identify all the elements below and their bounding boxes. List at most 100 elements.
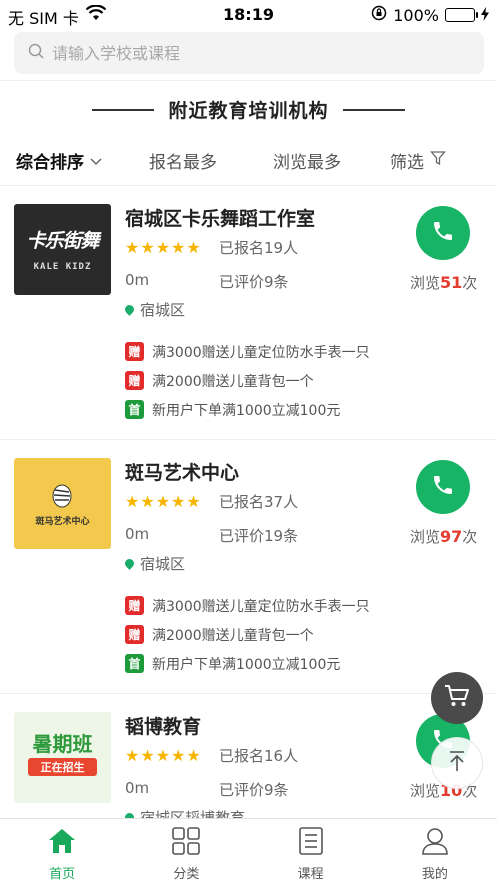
institution-logo: 卡乐街舞 KALE KIDZ bbox=[14, 204, 111, 295]
institution-logo: 斑马艺术中心 bbox=[14, 458, 111, 549]
institution-name[interactable]: 斑马艺术中心 bbox=[125, 458, 239, 485]
district: 宿城区 bbox=[123, 299, 185, 320]
title-line-left bbox=[92, 108, 155, 111]
first-order-tag-icon: 首 bbox=[125, 400, 144, 419]
distance: 0m bbox=[125, 271, 150, 289]
grid-icon bbox=[171, 827, 201, 859]
filter-button[interactable]: 筛选 bbox=[390, 148, 446, 173]
star-icon: ★ bbox=[171, 746, 186, 765]
star-icon: ★ bbox=[171, 238, 186, 257]
gift-tag-icon: 赠 bbox=[125, 596, 144, 615]
tab-home-label: 首页 bbox=[49, 867, 76, 882]
promo-text: 满3000赠送儿童定位防水手表一只 bbox=[152, 344, 370, 361]
promo-item: 赠满2000赠送儿童背包一个 bbox=[125, 366, 370, 395]
institution-card[interactable]: 暑期班 正在招生 韬博教育 ★ ★ ★ ★ ★ 已报名16人 0m 已评价9条 宿城区韬… bbox=[0, 694, 497, 818]
star-icon: ★ bbox=[155, 238, 171, 257]
promo-list: 赠满3000赠送儿童定位防水手表一只 赠满2000赠送儿童背包一个 首新用户下单… bbox=[125, 591, 370, 678]
tab-home[interactable]: 首页 bbox=[0, 819, 124, 883]
tab-mine[interactable]: 我的 bbox=[373, 819, 497, 883]
star-icon: ★ bbox=[155, 746, 171, 765]
logo-text: 卡乐街舞 bbox=[26, 230, 99, 252]
promo-item: 赠满2000赠送儿童背包一个 bbox=[125, 620, 370, 649]
institution-card[interactable]: 卡乐街舞 KALE KIDZ 宿城区卡乐舞蹈工作室 ★ ★ ★ ★ ★ 已报名19人 0… bbox=[0, 186, 497, 440]
promo-item: 赠满3000赠送儿童定位防水手表一只 bbox=[125, 337, 370, 366]
review-count: 已评价9条 bbox=[219, 781, 289, 799]
list-icon bbox=[296, 827, 326, 859]
filter-icon bbox=[430, 150, 446, 171]
tab-category-label: 分类 bbox=[173, 867, 200, 882]
section-title: 附近教育培训机构 bbox=[0, 96, 497, 123]
star-icon: ★ bbox=[155, 492, 171, 511]
promo-text: 新用户下单满1000立减100元 bbox=[152, 402, 341, 419]
review-count: 已评价9条 bbox=[219, 273, 289, 291]
sort-comprehensive-label: 综合排序 bbox=[16, 153, 84, 173]
promo-text: 满3000赠送儿童定位防水手表一只 bbox=[152, 598, 370, 615]
first-order-tag-icon: 首 bbox=[125, 654, 144, 673]
call-button[interactable] bbox=[416, 460, 470, 514]
sort-most-enrolled-label: 报名最多 bbox=[149, 153, 217, 173]
tab-bar: 首页 分类 课程 我的 bbox=[0, 818, 497, 883]
divider bbox=[0, 80, 497, 81]
cart-icon bbox=[444, 684, 470, 712]
location-pin-icon bbox=[123, 303, 136, 316]
review-count: 已评价19条 bbox=[219, 527, 299, 545]
views-number: 51 bbox=[440, 273, 463, 292]
star-icon: ★ bbox=[186, 238, 201, 257]
logo-sub: KALE KIDZ bbox=[33, 262, 92, 272]
views-prefix: 浏览 bbox=[410, 782, 441, 800]
distance: 0m bbox=[125, 779, 150, 797]
views-prefix: 浏览 bbox=[410, 274, 441, 292]
institution-name[interactable]: 宿城区卡乐舞蹈工作室 bbox=[125, 204, 315, 231]
zebra-mascot-icon bbox=[50, 482, 74, 510]
battery-percent: 100% bbox=[393, 5, 439, 25]
filter-label: 筛选 bbox=[390, 153, 424, 173]
distance: 0m bbox=[125, 525, 150, 543]
search-bar[interactable] bbox=[14, 32, 484, 74]
gift-tag-icon: 赠 bbox=[125, 625, 144, 644]
phone-icon bbox=[431, 219, 455, 247]
orientation-lock-icon bbox=[371, 5, 387, 25]
enrolled-count: 已报名37人 bbox=[219, 493, 299, 511]
institution-card[interactable]: 斑马艺术中心 斑马艺术中心 ★ ★ ★ ★ ★ 已报名37人 0m 已评价19条 宿城区… bbox=[0, 440, 497, 694]
tab-course-label: 课程 bbox=[297, 867, 324, 882]
phone-icon bbox=[431, 473, 455, 501]
tab-course[interactable]: 课程 bbox=[249, 819, 373, 883]
title-line-right bbox=[342, 108, 405, 111]
sort-comprehensive[interactable]: 综合排序 bbox=[16, 148, 102, 173]
views-number: 97 bbox=[440, 527, 463, 546]
charging-icon bbox=[481, 6, 489, 25]
view-count: 浏览97次 bbox=[410, 526, 477, 547]
back-to-top-button[interactable] bbox=[431, 737, 483, 789]
star-icon: ★ bbox=[186, 746, 201, 765]
views-suffix: 次 bbox=[462, 528, 478, 546]
district: 宿城区 bbox=[123, 553, 185, 574]
sort-most-enrolled[interactable]: 报名最多 bbox=[149, 148, 217, 173]
call-button[interactable] bbox=[416, 206, 470, 260]
search-icon bbox=[28, 43, 44, 63]
enrolled-count: 已报名16人 bbox=[219, 747, 299, 765]
promo-text: 新用户下单满1000立减100元 bbox=[152, 656, 341, 673]
tab-category[interactable]: 分类 bbox=[124, 819, 248, 883]
promo-text: 满2000赠送儿童背包一个 bbox=[152, 373, 314, 390]
views-prefix: 浏览 bbox=[410, 528, 441, 546]
location-pin-icon bbox=[123, 811, 136, 818]
chevron-down-icon bbox=[90, 151, 102, 171]
tab-mine-label: 我的 bbox=[421, 867, 448, 882]
cart-button[interactable] bbox=[431, 672, 483, 724]
search-input[interactable] bbox=[52, 43, 452, 63]
sort-bar: 综合排序 报名最多 浏览最多 筛选 bbox=[0, 144, 497, 178]
star-icon: ★ bbox=[140, 238, 155, 257]
sort-most-viewed[interactable]: 浏览最多 bbox=[273, 148, 341, 173]
arrow-up-icon bbox=[447, 750, 467, 776]
logo-text: 暑期班 bbox=[32, 732, 93, 756]
star-icon: ★ bbox=[125, 238, 140, 257]
star-icon: ★ bbox=[171, 492, 186, 511]
star-icon: ★ bbox=[140, 492, 155, 511]
promo-text: 满2000赠送儿童背包一个 bbox=[152, 627, 314, 644]
institution-name[interactable]: 韬博教育 bbox=[125, 712, 201, 739]
sort-most-viewed-label: 浏览最多 bbox=[273, 153, 341, 173]
section-title-text: 附近教育培训机构 bbox=[168, 100, 329, 122]
rating-stars: ★ ★ ★ ★ ★ bbox=[125, 746, 201, 765]
views-suffix: 次 bbox=[462, 274, 478, 292]
enrolled-count: 已报名19人 bbox=[219, 239, 299, 257]
